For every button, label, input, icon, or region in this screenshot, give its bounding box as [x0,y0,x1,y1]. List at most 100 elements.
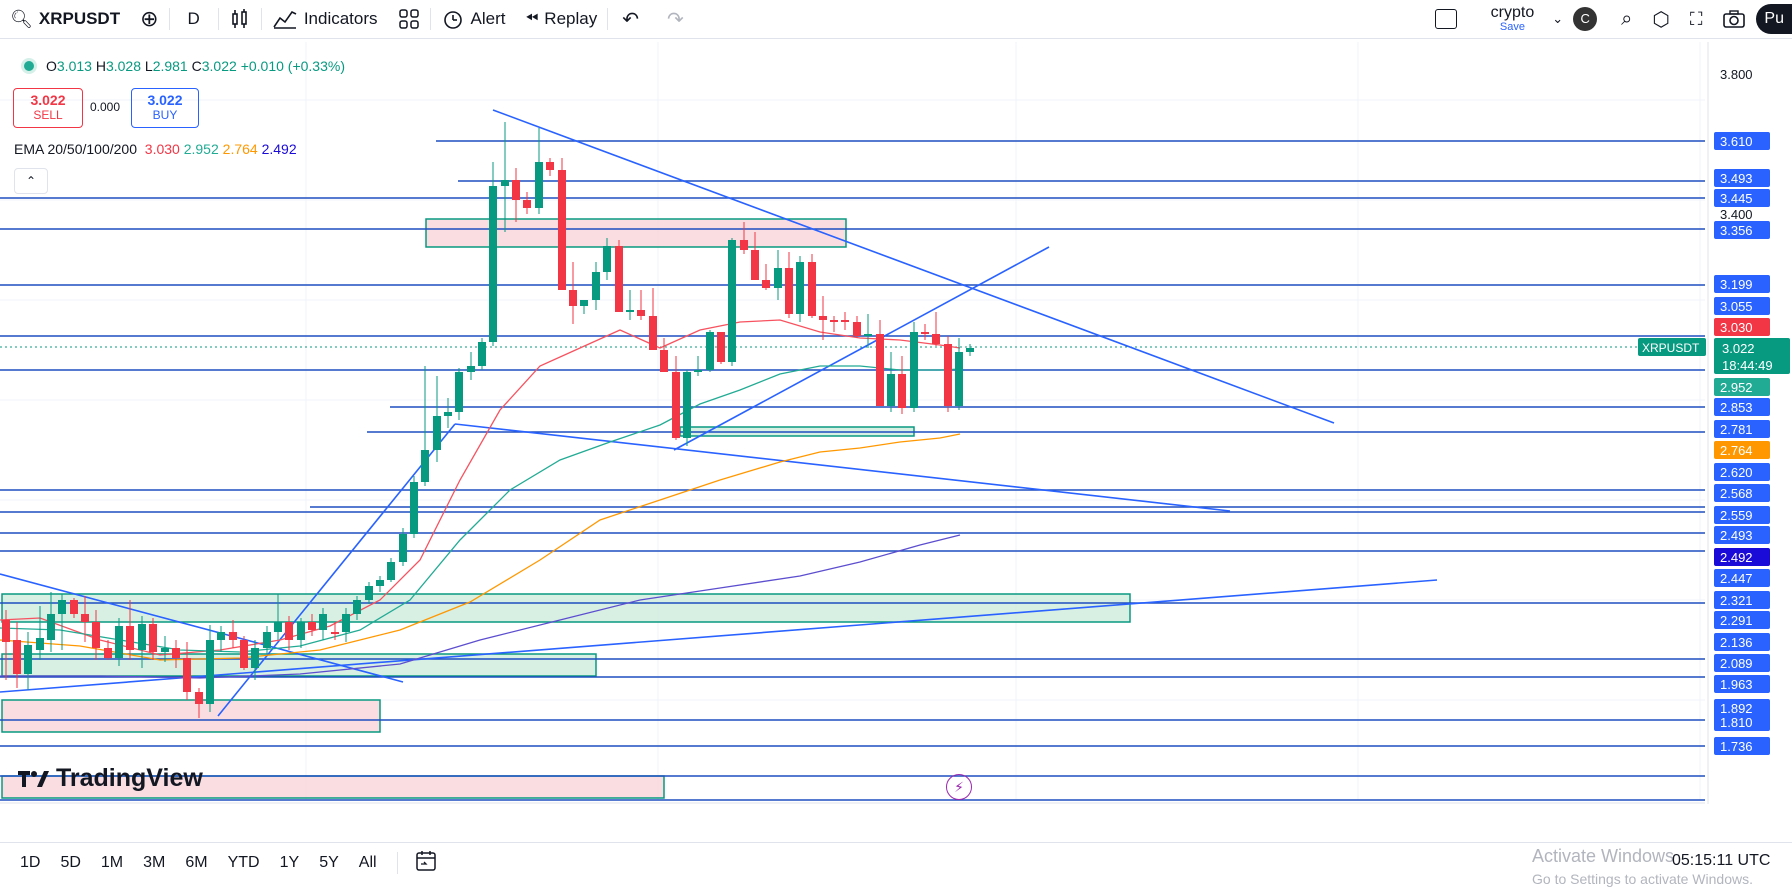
candle-body [217,632,225,640]
redo-icon: ↷ [666,8,684,31]
price-level-value: 3.493 [1720,171,1753,186]
candle-body [523,200,531,208]
price-level-value: 1.810 [1720,715,1753,730]
layout-name-button[interactable]: crypto Save [1477,0,1549,38]
candle-body [206,640,214,704]
undo-button[interactable]: ↶ [608,0,653,38]
candle-body [489,186,497,342]
change-value: +0.010 (+0.33%) [240,58,345,74]
price-level-badge: 1.810 [1714,713,1770,731]
symbol-tag-label: XRPUSDT [1642,341,1700,355]
ema50-value: 2.952 [183,141,219,157]
add-circle-icon: ⊕ [140,6,159,31]
layout-menu-button[interactable]: ⌄ [1548,0,1567,38]
publish-button[interactable]: Pu [1756,0,1792,38]
timeframe-6m[interactable]: 6M [175,854,217,872]
price-axis[interactable]: 3.8003.4002.0003.6103.4933.4453.3563.199… [1638,42,1792,804]
candles-icon [232,9,247,28]
rewind-icon: ⏪︎ [525,10,539,27]
alert-button[interactable]: Alert [431,0,516,38]
layout-toggle-button[interactable] [1415,0,1477,38]
candle-body [47,614,55,640]
timeframe-1m[interactable]: 1M [91,854,133,872]
candle-body [455,372,463,412]
timeframe-1d[interactable]: 1D [10,854,50,872]
tv-logo-icon [18,770,49,787]
timeframe-all[interactable]: All [349,854,387,872]
timeframe-5d[interactable]: 5D [50,854,90,872]
buy-button[interactable]: 3.022 BUY [131,88,199,128]
timeframe-1y[interactable]: 1Y [270,854,310,872]
candle-body [421,450,429,482]
compare-button[interactable]: ⊕ [130,0,168,38]
layout-save: Save [1499,21,1525,33]
bottom-toolbar: 1D 5D 1M 3M 6M YTD 1Y 5Y All [0,842,1792,883]
candle-body [592,272,600,300]
candle-body [274,622,282,632]
candle-body [717,332,725,362]
interval-button[interactable]: D [170,0,218,38]
candle-body [546,162,554,170]
price-level-value: 2.952 [1720,380,1753,395]
settings-button[interactable]: ⬡ [1642,0,1679,38]
indicators-button[interactable]: Indicators [262,0,388,38]
candle-body [740,240,748,250]
price-level-badge: 2.620 [1714,463,1770,481]
candle-body [694,370,702,372]
candle-countdown: 18:44:49 [1722,358,1773,373]
indicators-label: Indicators [303,9,378,28]
redo-button[interactable]: ↷ [653,0,698,38]
quick-search-button[interactable]: ⌕ [1611,0,1642,38]
candle-body [672,372,680,438]
candle-body [819,316,827,320]
candle-body [785,268,793,314]
price-level-value: 2.853 [1720,400,1753,415]
utc-clock[interactable]: 05:15:11 UTC [1672,852,1770,870]
candle-body [603,246,611,272]
tradingview-logo: TradingView [18,764,203,793]
square-icon [1434,9,1457,29]
search-icon: 🔍︎ [10,8,33,29]
user-avatar[interactable]: C [1567,0,1611,38]
candle-body [626,310,634,312]
sell-button[interactable]: 3.022 SELL [13,88,83,128]
timeframe-3m[interactable]: 3M [133,854,175,872]
symbol-search[interactable]: 🔍︎ XRPUSDT [0,0,130,38]
timeframe-ytd[interactable]: YTD [218,854,270,872]
candle-body [115,626,123,658]
chart-type-button[interactable] [219,0,261,38]
candle-body [183,658,191,692]
ema-legend[interactable]: EMA 20/50/100/200 3.030 2.952 2.764 2.49… [14,141,297,157]
price-level-value: 3.030 [1720,320,1753,335]
separator [396,852,398,874]
price-level-badge: 2.089 [1714,654,1770,672]
candle-body [104,648,112,658]
collapse-legend-button[interactable]: ⌃ [14,168,48,194]
timeframe-5y[interactable]: 5Y [309,854,349,872]
price-level-value: 2.620 [1720,465,1753,480]
lightning-button[interactable]: ⚡︎ [946,774,972,800]
candle-body [399,534,407,562]
time-axis[interactable]: JulAugSepOctNo [0,802,1759,804]
fullscreen-button[interactable]: ⛶ [1680,0,1713,38]
replay-button[interactable]: ⏪︎ Replay [515,0,607,38]
price-level-badge: 2.291 [1714,611,1770,629]
candle-body [13,640,21,674]
candle-body [728,240,736,362]
candle-body [921,332,929,334]
chevron-down-icon: ⌄ [1552,11,1564,26]
candle-body [762,280,770,288]
candle-body [308,622,316,630]
close-value: 3.022 [201,58,237,74]
templates-button[interactable] [388,0,430,38]
replay-label: Replay [544,9,598,28]
candle-body [706,332,714,370]
trendlines-layer [0,109,1438,717]
candle-body [841,320,849,322]
snapshot-button[interactable] [1712,0,1756,38]
price-level-badge: 2.568 [1714,484,1770,502]
date-range-button[interactable] [408,850,444,877]
ema100-value: 2.764 [222,141,258,157]
high-value: 3.028 [105,58,141,74]
undo-icon: ↶ [622,8,639,31]
